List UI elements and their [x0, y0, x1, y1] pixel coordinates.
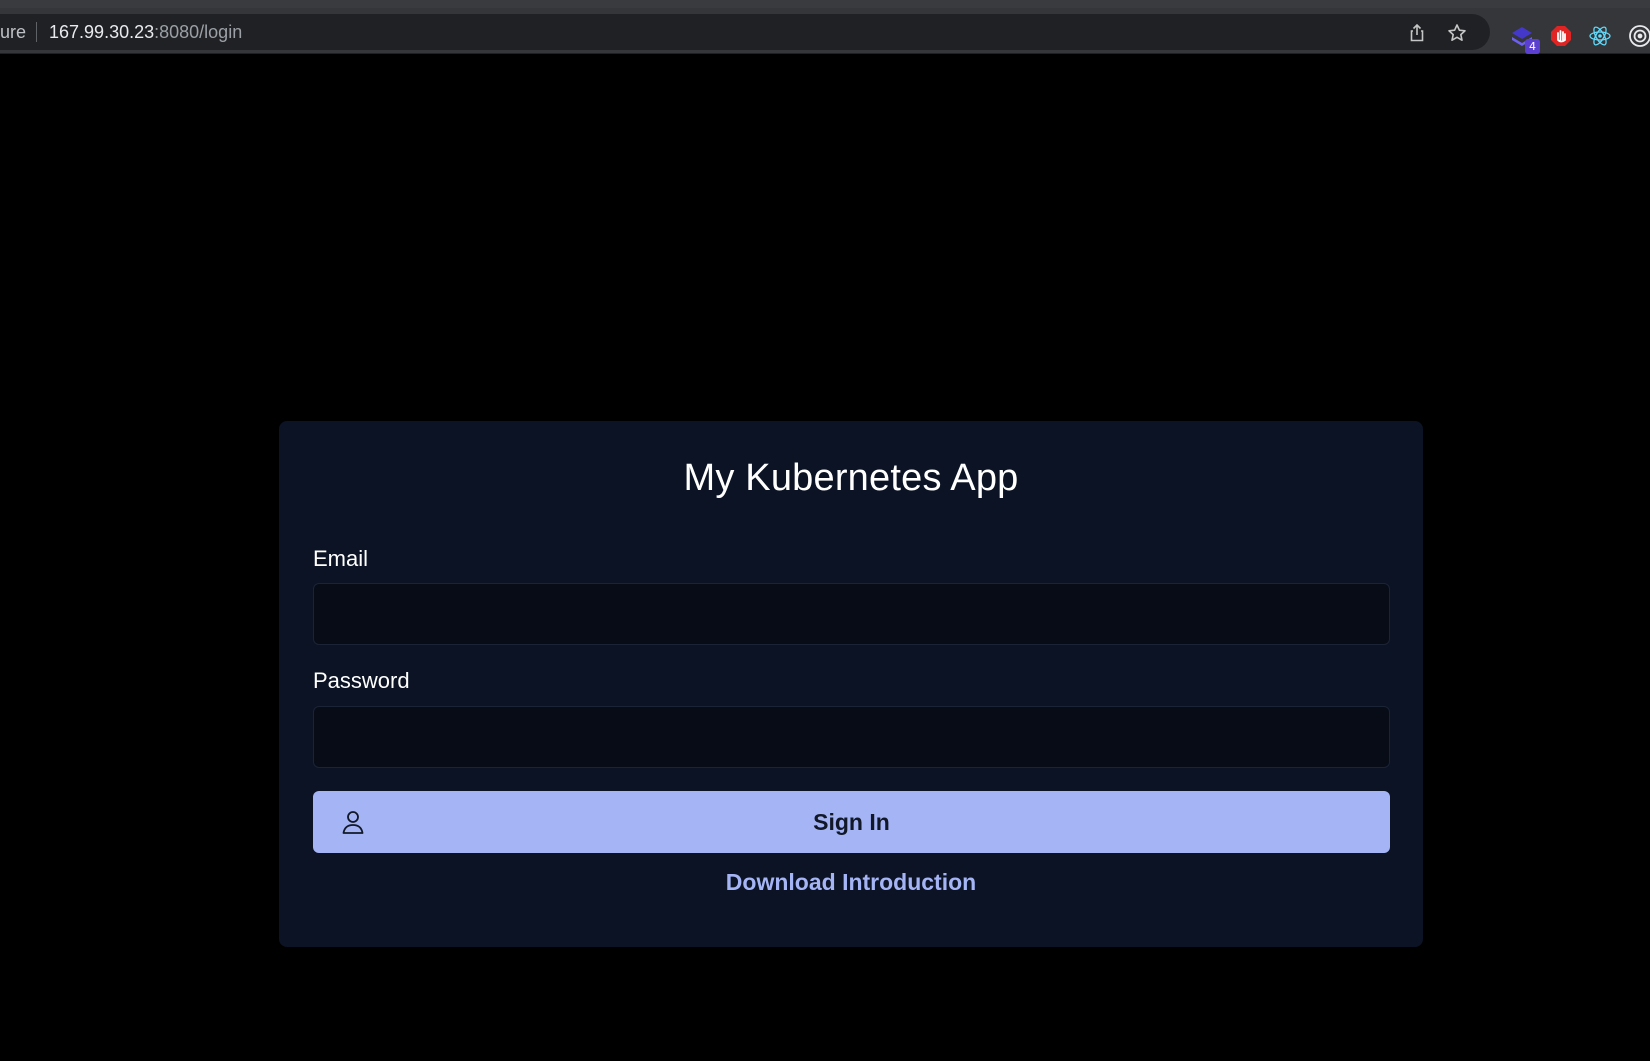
bookmark-star-icon[interactable] [1446, 22, 1468, 44]
url-host: 167.99.30.23 [49, 21, 155, 42]
extension-target-icon[interactable] [1628, 24, 1650, 48]
extension-adblock-icon[interactable] [1549, 24, 1573, 48]
sign-in-label: Sign In [813, 808, 890, 835]
share-icon[interactable] [1406, 22, 1428, 44]
download-introduction-link[interactable]: Download Introduction [279, 869, 1423, 896]
extension-stack-icon[interactable]: 4 [1510, 24, 1540, 54]
url-text[interactable]: 167.99.30.23:8080/login [49, 22, 242, 43]
extension-react-devtools-icon[interactable] [1588, 24, 1612, 48]
url-path: :8080/login [154, 21, 243, 42]
user-icon [339, 808, 367, 836]
extension-badge: 4 [1525, 39, 1540, 54]
password-field[interactable] [313, 706, 1390, 768]
email-field[interactable] [313, 583, 1390, 645]
password-label: Password [313, 668, 410, 693]
security-indicator[interactable]: ure [0, 22, 36, 43]
url-divider [36, 22, 38, 42]
page-title: My Kubernetes App [683, 457, 1019, 499]
sign-in-button[interactable]: Sign In [313, 791, 1390, 853]
browser-toolbar: ure 167.99.30.23:8080/login 4 [0, 8, 1650, 54]
browser-top-strip [0, 0, 1650, 8]
address-bar[interactable]: ure 167.99.30.23:8080/login [0, 14, 1490, 50]
email-label: Email [313, 546, 369, 571]
login-card: My Kubernetes App Email Password Sign In… [279, 421, 1423, 947]
